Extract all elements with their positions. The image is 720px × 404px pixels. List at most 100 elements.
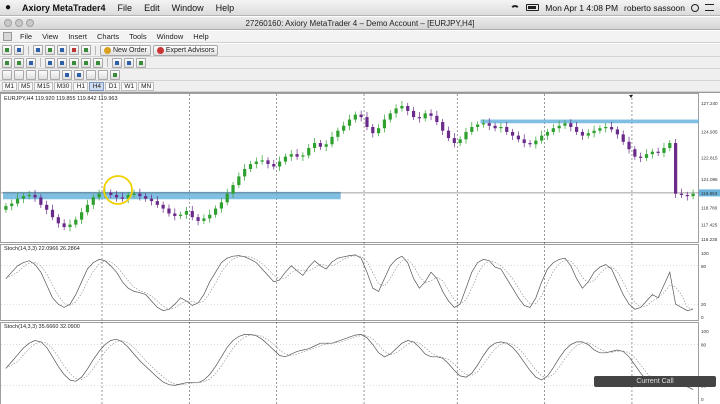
arrows-icon[interactable] (110, 69, 120, 80)
menu-file[interactable]: File (112, 3, 139, 13)
text-icon[interactable] (86, 69, 96, 80)
auto-scroll-icon[interactable] (81, 57, 91, 68)
vertical-line-icon[interactable] (26, 69, 36, 80)
candle-body (522, 139, 526, 144)
close-window-button[interactable] (4, 19, 12, 27)
appmenu-help[interactable]: Help (188, 32, 213, 41)
market-watch-icon[interactable] (33, 45, 43, 55)
minimize-window-button[interactable] (15, 19, 23, 27)
candle-body (545, 131, 550, 136)
window-title-bar: 27260160: Axiory MetaTrader 4 – Demo Acc… (0, 17, 720, 30)
candle-body (353, 114, 357, 120)
zoom-out-icon[interactable] (57, 57, 67, 68)
chart-shift-icon[interactable] (93, 57, 103, 68)
text-label-icon[interactable] (98, 69, 108, 80)
battery-icon[interactable] (526, 4, 540, 11)
candle-body (441, 122, 445, 131)
notification-banner[interactable]: Current Call (594, 376, 716, 387)
horizontal-line-icon[interactable] (38, 69, 48, 80)
line-chart-icon[interactable] (26, 57, 36, 68)
candle-body (260, 160, 264, 162)
menu-help[interactable]: Help (210, 3, 241, 13)
candle-body (289, 154, 293, 157)
zone-rectangle-2[interactable] (480, 119, 699, 124)
appmenu-insert[interactable]: Insert (63, 32, 92, 41)
appmenu-charts[interactable]: Charts (92, 32, 124, 41)
candle-body (21, 196, 25, 199)
candle-body (213, 208, 218, 215)
timeframe-mn[interactable]: MN (138, 81, 155, 91)
timeframe-h1[interactable]: H1 (73, 81, 89, 91)
candle-body (10, 203, 14, 207)
candle-body (615, 129, 619, 135)
candle-body (74, 219, 78, 225)
chart-canvas[interactable]: 127.240 124.935 122.815 121.095 119.963 118.7… (0, 93, 720, 404)
trendline-icon[interactable] (50, 69, 60, 80)
timeframe-d1[interactable]: D1 (105, 81, 121, 91)
candle-body (633, 149, 637, 157)
new-chart-icon[interactable] (2, 45, 12, 55)
appmenu-window[interactable]: Window (152, 32, 189, 41)
chart-window[interactable]: 127.240 124.935 122.815 121.095 119.963 118.7… (0, 92, 720, 404)
candle-body (254, 161, 258, 165)
menu-window[interactable]: Window (166, 3, 210, 13)
cursor-icon[interactable] (2, 69, 12, 80)
indicators-icon[interactable] (112, 57, 122, 68)
candle-body (62, 223, 66, 228)
timeframes-toolbar: M1 M5 M15 M30 H1 H4 D1 W1 MN (0, 81, 720, 92)
timeframe-m5[interactable]: M5 (18, 81, 34, 91)
fibonacci-icon[interactable] (74, 69, 84, 80)
apple-icon[interactable]: ● (0, 2, 16, 13)
timeframe-h4[interactable]: H4 (89, 81, 105, 91)
macos-menu-bar: ● Axiory MetaTrader4 File Edit Window He… (0, 0, 720, 16)
candle-body (138, 193, 142, 197)
expert-advisors-button[interactable]: Expert Advisors (152, 44, 219, 56)
standard-toolbar: New Order Expert Advisors (0, 44, 720, 57)
candle-body (342, 125, 346, 131)
price-tick-label: 119.963 (701, 191, 718, 196)
notification-center-icon[interactable] (705, 4, 714, 11)
price-tick-label: 127.240 (701, 101, 718, 106)
new-order-button[interactable]: New Order (100, 44, 151, 56)
spotlight-search-icon[interactable] (691, 3, 699, 12)
candlesticks-icon[interactable] (14, 57, 24, 68)
menu-app-name[interactable]: Axiory MetaTrader4 (16, 3, 112, 13)
candle-body (173, 213, 177, 216)
crosshair-icon[interactable] (14, 69, 24, 80)
candle-body (4, 206, 8, 210)
wifi-icon[interactable] (510, 4, 521, 11)
status-area: Mon Apr 1 4:08 PM roberto sassoon (510, 3, 720, 13)
data-window-icon[interactable] (45, 45, 55, 55)
timeframe-w1[interactable]: W1 (121, 81, 138, 91)
bar-chart-icon[interactable] (2, 57, 12, 68)
timeframe-m1[interactable]: M1 (2, 81, 18, 91)
candle-body (400, 105, 404, 109)
stoch1-axis-label: 0 (701, 315, 704, 320)
appmenu-tools[interactable]: Tools (124, 32, 152, 41)
menu-edit[interactable]: Edit (138, 3, 166, 13)
appmenu-view[interactable]: View (37, 32, 63, 41)
appmenu-file[interactable]: File (15, 32, 37, 41)
candle-body (85, 204, 90, 213)
candle-body (347, 119, 352, 126)
strategy-tester-icon[interactable] (81, 45, 91, 55)
periods-icon[interactable] (124, 57, 134, 68)
candle-body (417, 117, 421, 119)
timeframe-m30[interactable]: M30 (53, 81, 73, 91)
zoom-window-button[interactable] (26, 19, 34, 27)
profiles-icon[interactable] (14, 45, 24, 55)
candle-body (551, 128, 555, 132)
tile-windows-icon[interactable] (69, 57, 79, 68)
terminal-icon[interactable] (69, 45, 79, 55)
candle-body (592, 130, 596, 134)
stoch2-label: Stoch(14,3,3) 35.6660 32.0900 (4, 324, 80, 330)
navigator-icon[interactable] (57, 45, 67, 55)
equidistant-channel-icon[interactable] (62, 69, 72, 80)
clock[interactable]: Mon Apr 1 4:08 PM (545, 3, 618, 13)
new-order-label: New Order (113, 46, 147, 54)
zoom-in-icon[interactable] (45, 57, 55, 68)
user-name[interactable]: roberto sassoon (624, 3, 685, 13)
document-icon[interactable] (3, 32, 12, 41)
templates-icon[interactable] (136, 57, 146, 68)
timeframe-m15[interactable]: M15 (34, 81, 53, 91)
